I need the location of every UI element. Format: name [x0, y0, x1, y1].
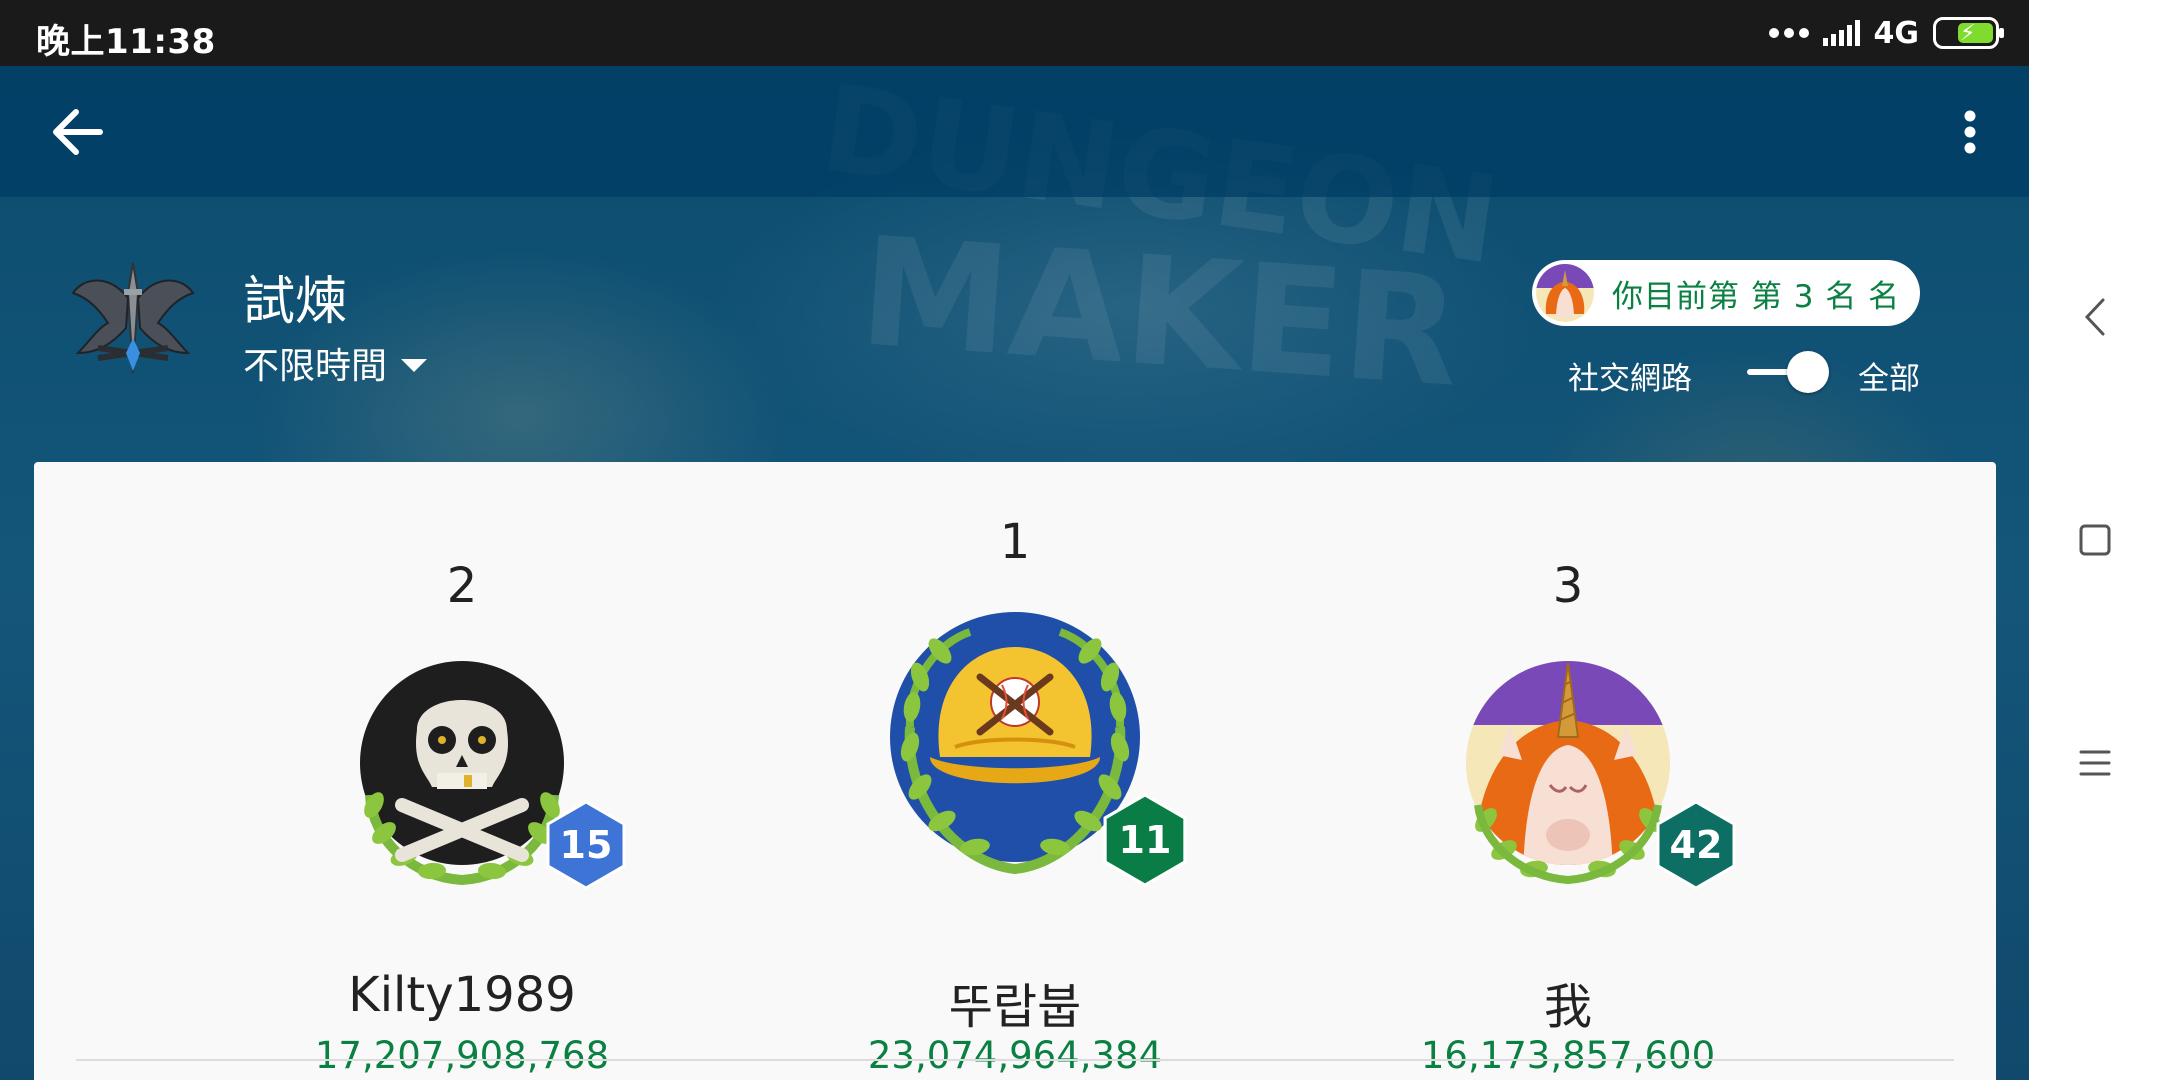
level-number: 15: [559, 823, 613, 867]
dots-icon: [1768, 28, 1809, 38]
signal-icon: [1822, 20, 1860, 46]
player-name: Kilty1989: [348, 967, 576, 1023]
nav-menu-icon[interactable]: [2029, 713, 2160, 813]
nav-home-icon[interactable]: [2029, 490, 2160, 590]
status-time: 晚上11:38: [36, 22, 216, 62]
status-icons: 4G ⚡: [1768, 12, 2004, 54]
system-nav-bar: [2029, 0, 2160, 1080]
podium-first[interactable]: 1 11 뚜랍붑 23,074,964,384: [815, 462, 1215, 1077]
leaderboard-header: 試煉 不限時間 你目前第 第 3 名 名 社交網路 全部: [0, 197, 2029, 467]
player-name: 뚜랍붑: [948, 979, 1082, 1035]
scope-toggle[interactable]: [1743, 349, 1833, 393]
network-type: 4G: [1873, 15, 1920, 51]
player-name: 我: [1543, 979, 1592, 1035]
level-badge: 11: [1103, 792, 1187, 888]
podium-card: 2 15 Kilty1989 17,207,908,768 1 11 뚜랍붑 2…: [34, 462, 1996, 1080]
level-number: 11: [1118, 818, 1172, 862]
unicorn-avatar-icon: [1536, 264, 1594, 322]
nav-back-icon[interactable]: [2029, 267, 2160, 367]
leaderboard-title: 試煉: [243, 272, 348, 332]
level-badge: 15: [546, 800, 626, 890]
rank-number: 2: [446, 558, 478, 614]
time-filter-dropdown[interactable]: 不限時間: [243, 337, 428, 389]
my-rank-text: 你目前第 第 3 名 名: [1612, 278, 1901, 315]
player-score: 23,074,964,384: [867, 1034, 1163, 1077]
arrow-left-icon[interactable]: [48, 106, 108, 158]
scope-switch-row: 社交網路 全部: [1568, 345, 1920, 397]
status-bar: 晚上11:38 4G ⚡: [0, 0, 2029, 66]
level-number: 42: [1669, 823, 1723, 867]
rank-number: 3: [1552, 558, 1584, 614]
rank-number: 1: [999, 514, 1031, 570]
game-emblem-icon: [68, 253, 198, 383]
time-filter-label: 不限時間: [243, 346, 388, 387]
leaderboard-screen: DUNGEON MAKER 試煉 不限時間: [0, 66, 2029, 1080]
podium-second[interactable]: 2 15 Kilty1989 17,207,908,768: [262, 462, 662, 1077]
scope-all-label: 全部: [1858, 361, 1920, 397]
toolbar: [0, 66, 2029, 197]
caret-down-icon: [401, 358, 428, 372]
player-score: 17,207,908,768: [314, 1034, 610, 1077]
podium-third[interactable]: 3 42 我 16,173,857,600: [1368, 462, 1768, 1077]
my-rank-pill[interactable]: 你目前第 第 3 名 名: [1532, 260, 1920, 326]
scope-social-label: 社交網路: [1568, 361, 1692, 397]
player-score: 16,173,857,600: [1420, 1034, 1716, 1077]
level-badge: 42: [1656, 800, 1736, 890]
divider: [76, 1059, 1954, 1061]
battery-charging-icon: ⚡: [1933, 17, 2004, 49]
more-vert-icon[interactable]: [1950, 106, 1990, 158]
